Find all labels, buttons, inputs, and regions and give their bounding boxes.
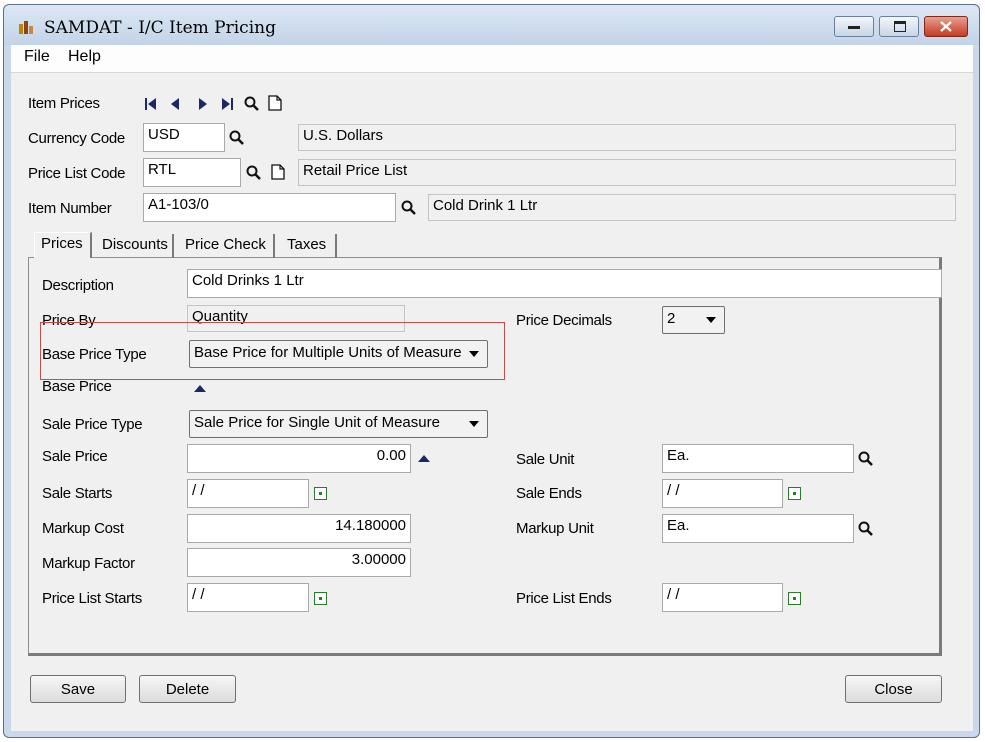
sale-ends-input[interactable]: / / bbox=[662, 479, 783, 508]
new-document-icon[interactable] bbox=[268, 95, 282, 111]
price-list-starts-input[interactable]: / / bbox=[187, 583, 309, 612]
expand-up-icon[interactable] bbox=[417, 454, 431, 463]
base-price-label: Base Price bbox=[42, 378, 112, 395]
new-price-list-icon[interactable] bbox=[271, 164, 285, 180]
sale-price-type-label: Sale Price Type bbox=[42, 416, 143, 433]
price-list-description: Retail Price List bbox=[298, 159, 956, 186]
close-window-button[interactable] bbox=[924, 16, 968, 37]
calendar-icon[interactable] bbox=[314, 487, 327, 500]
tab-discounts[interactable]: Discounts bbox=[96, 234, 174, 258]
item-number-input[interactable]: A1-103/0 bbox=[143, 193, 396, 222]
sale-starts-input[interactable]: / / bbox=[187, 479, 309, 508]
tab-price-check[interactable]: Price Check bbox=[179, 234, 275, 258]
search-icon[interactable] bbox=[244, 96, 260, 112]
markup-factor-label: Markup Factor bbox=[42, 555, 135, 572]
price-list-starts-label: Price List Starts bbox=[42, 590, 142, 607]
minimize-button[interactable] bbox=[834, 16, 874, 37]
calendar-icon[interactable] bbox=[788, 592, 801, 605]
price-decimals-select[interactable]: 2 bbox=[662, 306, 725, 334]
markup-factor-input[interactable]: 3.00000 bbox=[187, 548, 411, 577]
markup-cost-input[interactable]: 14.180000 bbox=[187, 514, 411, 543]
price-list-finder-icon[interactable] bbox=[246, 165, 262, 181]
price-list-code-input[interactable]: RTL bbox=[143, 158, 241, 187]
price-list-ends-input[interactable]: / / bbox=[662, 583, 783, 612]
currency-code-input[interactable]: USD bbox=[143, 123, 225, 152]
sale-unit-label: Sale Unit bbox=[516, 451, 575, 468]
save-button[interactable]: Save bbox=[30, 675, 126, 703]
item-prices-label: Item Prices bbox=[28, 95, 100, 112]
markup-unit-input[interactable]: Ea. bbox=[662, 514, 854, 543]
highlight-box bbox=[40, 322, 505, 380]
sale-unit-input[interactable]: Ea. bbox=[662, 444, 854, 473]
close-icon bbox=[940, 21, 952, 32]
sale-price-input[interactable]: 0.00 bbox=[187, 444, 411, 473]
delete-button[interactable]: Delete bbox=[139, 675, 236, 703]
dropdown-arrow-icon bbox=[706, 317, 716, 323]
maximize-button[interactable] bbox=[879, 16, 919, 37]
maximize-icon bbox=[894, 21, 906, 32]
app-icon bbox=[19, 21, 33, 34]
price-list-ends-label: Price List Ends bbox=[516, 590, 612, 607]
currency-code-label: Currency Code bbox=[28, 130, 125, 147]
markup-unit-finder-icon[interactable] bbox=[858, 521, 874, 537]
expand-up-icon[interactable] bbox=[193, 384, 207, 393]
menu-bar bbox=[11, 45, 973, 73]
dropdown-arrow-icon bbox=[469, 421, 479, 427]
item-description: Cold Drink 1 Ltr bbox=[428, 194, 956, 221]
price-decimals-label: Price Decimals bbox=[516, 312, 612, 329]
calendar-icon[interactable] bbox=[314, 592, 327, 605]
minimize-icon bbox=[848, 26, 860, 29]
previous-record-icon[interactable] bbox=[170, 97, 180, 111]
sale-unit-finder-icon[interactable] bbox=[858, 451, 874, 467]
currency-finder-icon[interactable] bbox=[229, 130, 245, 146]
description-input[interactable]: Cold Drinks 1 Ltr bbox=[187, 269, 942, 298]
sale-price-type-value: Sale Price for Single Unit of Measure bbox=[194, 414, 440, 431]
calendar-icon[interactable] bbox=[788, 487, 801, 500]
menu-file[interactable]: File bbox=[24, 48, 50, 66]
item-finder-icon[interactable] bbox=[401, 200, 417, 216]
sale-starts-label: Sale Starts bbox=[42, 485, 113, 502]
sale-price-label: Sale Price bbox=[42, 448, 108, 465]
next-record-icon[interactable] bbox=[198, 97, 208, 111]
item-number-label: Item Number bbox=[28, 200, 112, 217]
tab-taxes[interactable]: Taxes bbox=[281, 234, 337, 258]
currency-description: U.S. Dollars bbox=[298, 124, 956, 151]
first-record-icon[interactable] bbox=[144, 97, 158, 111]
last-record-icon[interactable] bbox=[220, 97, 234, 111]
close-button[interactable]: Close bbox=[845, 675, 942, 703]
markup-cost-label: Markup Cost bbox=[42, 520, 124, 537]
sale-ends-label: Sale Ends bbox=[516, 485, 582, 502]
menu-help[interactable]: Help bbox=[68, 48, 101, 66]
description-label: Description bbox=[42, 277, 114, 294]
window-title: SAMDAT - I/C Item Pricing bbox=[44, 18, 276, 38]
markup-unit-label: Markup Unit bbox=[516, 520, 594, 537]
sale-price-type-select[interactable]: Sale Price for Single Unit of Measure bbox=[189, 410, 488, 438]
price-decimals-value: 2 bbox=[667, 310, 676, 327]
price-list-code-label: Price List Code bbox=[28, 165, 126, 182]
tab-prices[interactable]: Prices bbox=[34, 232, 92, 258]
